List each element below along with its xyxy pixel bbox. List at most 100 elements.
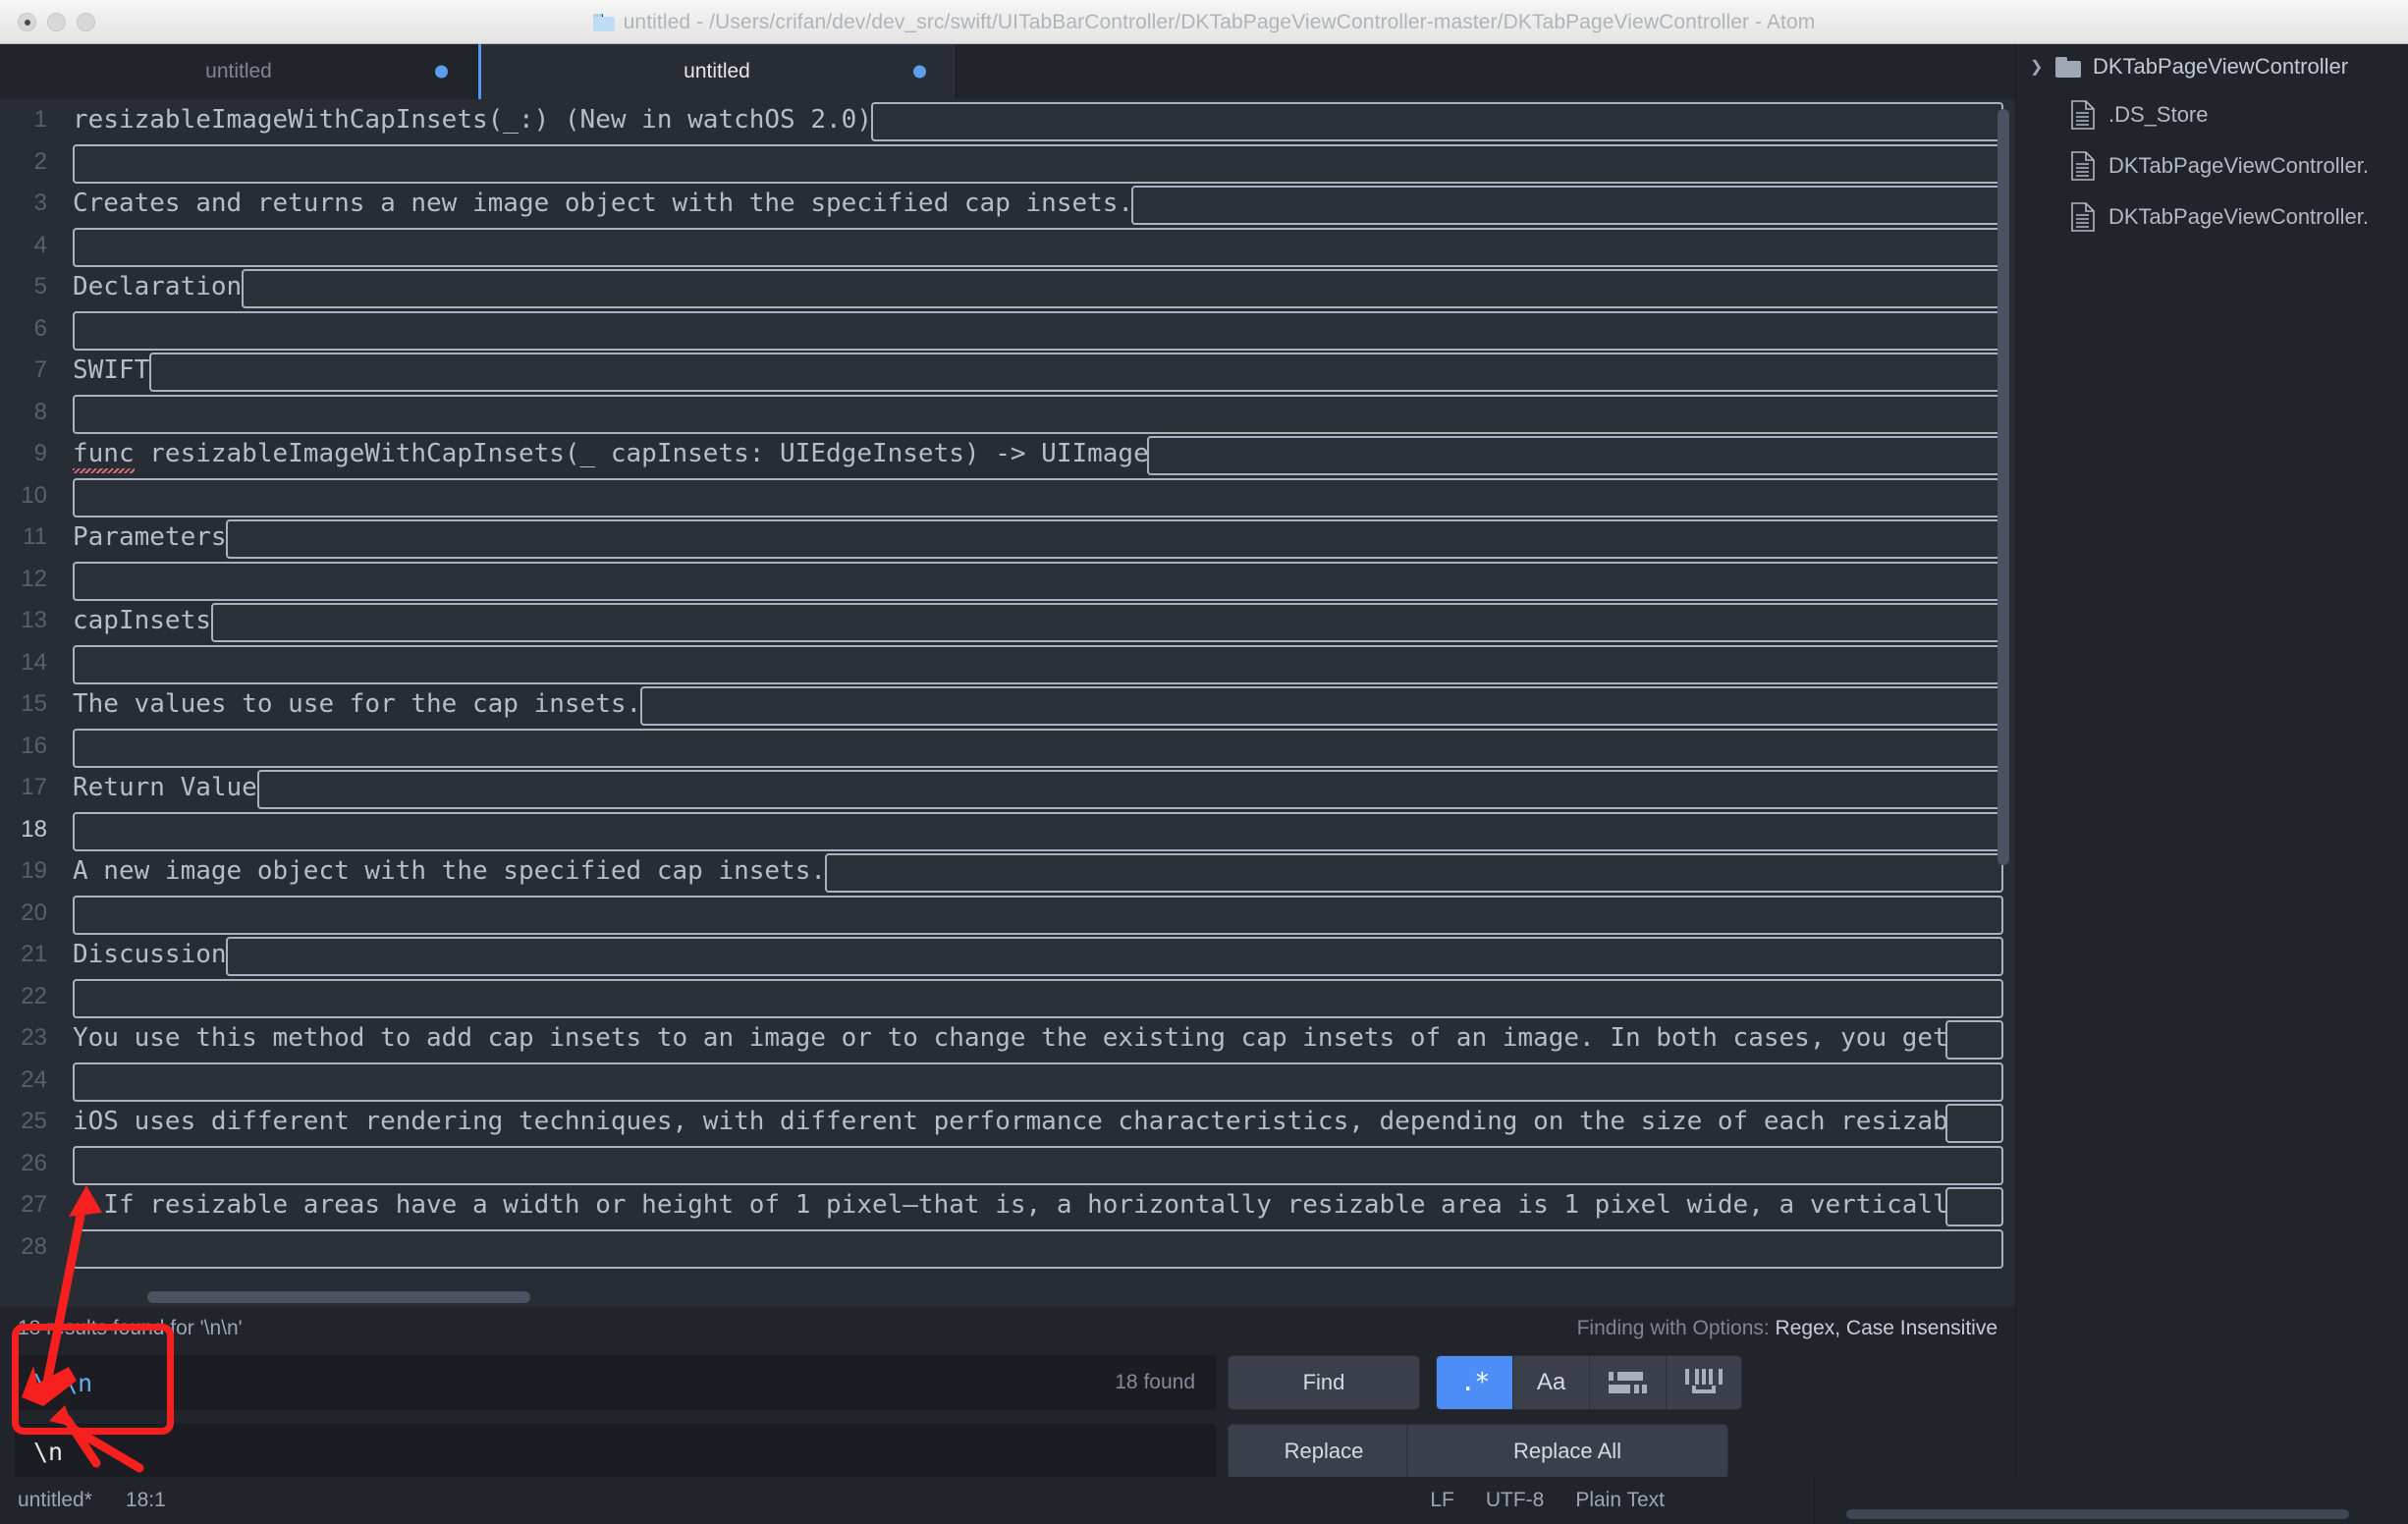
editor-lines[interactable]: 1 resizableImageWithCapInsets(_:) (New in… [0,99,2015,1307]
line-number: 15 [21,690,47,717]
find-input-value: \n\n [33,1368,93,1397]
status-grammar[interactable]: Plain Text [1575,1489,1665,1512]
editor-line[interactable]: 19 A new image object with the specified … [0,850,2015,893]
find-match-highlight [73,895,2003,935]
file-icon [2071,100,2095,130]
find-options-label: Finding with Options: Regex, Case Insens… [1577,1317,1998,1340]
line-text: capInsets [73,606,211,635]
folder-icon [2055,56,2081,78]
editor-horizontal-scrollbar[interactable] [147,1291,530,1303]
status-cursor-position[interactable]: 18:1 [126,1489,166,1512]
line-number: 23 [21,1024,47,1051]
find-match-highlight [256,770,2003,809]
find-match-highlight [73,143,2003,184]
find-match-highlight [73,728,2003,768]
editor-line[interactable]: 17 Return Value [0,767,2015,809]
editor-vertical-scrollbar[interactable] [1998,109,2009,865]
editor-line[interactable]: 15 The values to use for the cap insets. [0,683,2015,726]
editor-line[interactable]: 11 Parameters [0,517,2015,559]
tab-modified-indicator[interactable] [435,65,448,79]
editor-line[interactable]: 6 [0,308,2015,351]
status-line-ending[interactable]: LF [1430,1489,1454,1512]
line-number: 7 [33,356,47,383]
editor-line[interactable]: 18 [0,809,2015,851]
editor-line[interactable]: 27 - If resizable areas have a width or h… [0,1184,2015,1226]
status-file-name[interactable]: untitled* [18,1489,92,1512]
close-window-button[interactable] [18,12,36,31]
editor-line[interactable]: 12 [0,559,2015,601]
find-match-highlight [73,1145,2003,1185]
find-input[interactable]: \n\n 18 found [15,1355,1216,1410]
tab-untitled-1[interactable]: untitled [0,44,478,99]
find-match-highlight [824,853,2003,893]
line-number: 26 [21,1149,47,1176]
find-match-highlight [73,978,2003,1018]
tree-file-item[interactable]: .DS_Store [2016,89,2408,140]
editor-line[interactable]: 26 [0,1143,2015,1185]
tree-root-folder[interactable]: ❯ DKTabPageViewController [2016,44,2408,89]
status-bar-left: untitled* 18:1 [18,1489,166,1512]
project-tree-view[interactable]: ❯ DKTabPageViewController .DS_Store DKTa… [2015,44,2408,1477]
editor-line[interactable]: 21 Discussion [0,934,2015,976]
window-title-bar: untitled - /Users/crifan/dev/dev_src/swi… [0,0,2408,44]
line-number: 9 [33,440,47,466]
file-icon [2071,151,2095,181]
editor-line[interactable]: 14 [0,642,2015,684]
window-controls[interactable] [18,12,95,31]
tab-bar-empty-space [957,44,2015,99]
line-number: 24 [21,1065,47,1093]
editor-line[interactable]: 4 [0,225,2015,267]
replace-button[interactable]: Replace [1228,1424,1420,1479]
find-button[interactable]: Find [1228,1355,1420,1410]
case-sensitive-toggle-button[interactable]: Aa [1512,1355,1589,1410]
regex-toggle-button[interactable]: .* [1436,1355,1512,1410]
tree-file-label: .DS_Store [2108,102,2209,127]
editor-tab-bar: untitled untitled [0,44,2015,99]
editor-line[interactable]: 2 [0,141,2015,184]
editor-line[interactable]: 13 capInsets [0,600,2015,642]
in-selection-icon [1684,1369,1724,1396]
line-number: 3 [33,190,47,216]
line-text: Declaration [73,272,243,301]
line-text: The values to use for the cap insets. [73,689,642,719]
editor-line[interactable]: 7 SWIFT [0,350,2015,392]
editor-line[interactable]: 16 [0,726,2015,768]
tree-root-label: DKTabPageViewController [2093,54,2349,79]
line-number: 18 [21,815,47,843]
replace-all-button[interactable]: Replace All [1406,1424,1728,1479]
minimize-window-button[interactable] [47,12,66,31]
editor-line[interactable]: 5 Declaration [0,266,2015,308]
editor-line[interactable]: 28 [0,1226,2015,1269]
editor-line[interactable]: 8 [0,392,2015,434]
tab-modified-indicator[interactable] [913,65,926,79]
editor-line[interactable]: 9 func resizableImageWithCapInsets(_ capI… [0,433,2015,475]
tree-file-item[interactable]: DKTabPageViewController. [2016,191,2408,243]
find-option-toggles[interactable]: .* Aa [1436,1355,1742,1410]
editor-line[interactable]: 1 resizableImageWithCapInsets(_:) (New in… [0,99,2015,141]
tab-untitled-2[interactable]: untitled [478,44,957,99]
status-encoding[interactable]: UTF-8 [1486,1489,1545,1512]
editor-line[interactable]: 10 [0,475,2015,517]
tree-file-item[interactable]: DKTabPageViewController. [2016,140,2408,191]
editor-line[interactable]: 23 You use this method to add cap insets … [0,1017,2015,1060]
in-selection-toggle-button[interactable] [1666,1355,1742,1410]
line-number: 13 [21,607,47,633]
editor-line[interactable]: 20 [0,893,2015,935]
line-text: resizableImageWithCapInsets(_:) (New in … [73,105,872,135]
whole-word-toggle-button[interactable] [1589,1355,1666,1410]
line-number: 4 [33,231,47,258]
chevron-down-icon[interactable]: ❯ [2030,57,2048,77]
text-editor[interactable]: 1 resizableImageWithCapInsets(_:) (New in… [0,99,2015,1307]
line-number: 21 [21,941,47,967]
status-bar-scrollbar[interactable] [1846,1509,2349,1519]
find-match-highlight [73,477,2003,517]
line-number: 8 [33,398,47,425]
editor-line[interactable]: 3 Creates and returns a new image object … [0,183,2015,225]
editor-line[interactable]: 22 [0,976,2015,1018]
find-results-status: 18 results found for '\n\n' [18,1317,243,1339]
editor-line[interactable]: 25 iOS uses different rendering technique… [0,1101,2015,1143]
maximize-window-button[interactable] [77,12,95,31]
editor-line[interactable]: 24 [0,1060,2015,1102]
tree-file-label: DKTabPageViewController. [2108,153,2369,178]
replace-input[interactable]: \n [15,1424,1216,1479]
